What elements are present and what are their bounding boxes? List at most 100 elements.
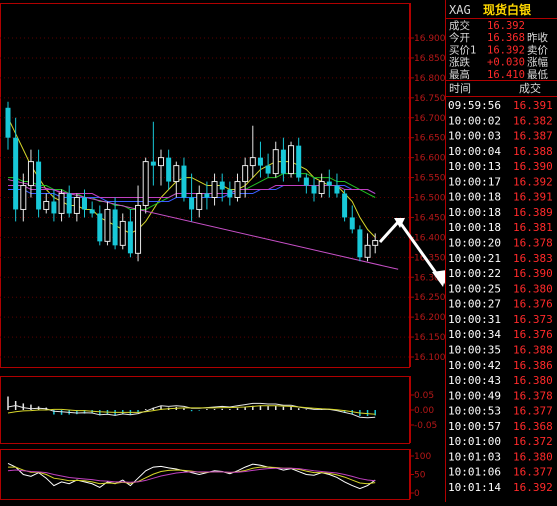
candle-body-up bbox=[158, 157, 164, 167]
tick-time: 10:00:53 bbox=[448, 405, 501, 418]
tick-time: 10:01:14 bbox=[448, 481, 501, 494]
y-tick-label: 16.900 bbox=[414, 34, 446, 44]
tick-price: 16.382 bbox=[513, 114, 553, 127]
tick-time: 10:00:13 bbox=[448, 160, 501, 173]
candle-body-up bbox=[242, 165, 249, 183]
candle-body-down bbox=[342, 193, 348, 218]
tick-price: 16.383 bbox=[513, 252, 553, 265]
quote-value: 16.392 bbox=[487, 20, 525, 32]
tick-price: 16.380 bbox=[513, 282, 553, 295]
tick-price: 16.388 bbox=[513, 145, 553, 158]
quote-label: 最高 bbox=[449, 68, 470, 81]
candle-body-up bbox=[58, 193, 65, 214]
y-tick-label: 16.200 bbox=[414, 313, 446, 323]
tick-row: 10:00:27 16.376 bbox=[448, 298, 553, 311]
candle-body-down bbox=[219, 181, 225, 190]
tick-row: 10:00:22 16.390 bbox=[448, 267, 553, 280]
candle-body-down bbox=[127, 221, 133, 254]
candle-body-down bbox=[303, 177, 309, 186]
candle-body-up bbox=[249, 157, 256, 167]
quote-label: 买价1 bbox=[449, 44, 476, 56]
tick-row: 10:00:31 16.373 bbox=[448, 313, 553, 326]
candle-body-down bbox=[204, 193, 210, 198]
y-tick-label: 16.450 bbox=[414, 213, 446, 223]
tick-time: 10:00:31 bbox=[448, 313, 501, 326]
candle-body-down bbox=[357, 229, 363, 258]
candle-body-down bbox=[334, 185, 340, 194]
candle-body-down bbox=[265, 165, 271, 174]
tick-price: 16.377 bbox=[513, 466, 553, 479]
tick-row: 10:01:00 16.372 bbox=[448, 435, 553, 448]
candle-body-down bbox=[257, 157, 263, 166]
quote-side-panel: XAG 现货白银 成交 16.392今开 16.368 昨收买价1 16.392 卖价涨跌… bbox=[445, 0, 557, 502]
symbol-code: XAG bbox=[449, 3, 471, 17]
tick-row: 10:00:57 16.368 bbox=[448, 420, 553, 433]
quote-label: 今开 bbox=[449, 31, 470, 44]
candle-body-down bbox=[66, 193, 72, 214]
ticks-header-price: 成交 bbox=[519, 81, 541, 95]
y-tick-label: 16.250 bbox=[414, 293, 446, 303]
candle-body-down bbox=[51, 201, 57, 214]
tick-price: 16.392 bbox=[513, 481, 553, 494]
tick-row: 09:59:56 16.391 bbox=[448, 99, 553, 112]
tick-row: 10:00:03 16.387 bbox=[448, 130, 553, 143]
tick-time: 10:00:22 bbox=[448, 267, 501, 280]
y-tick-label: -0.05 bbox=[414, 421, 437, 431]
tick-row: 10:00:20 16.378 bbox=[448, 237, 553, 250]
tick-time: 10:00:25 bbox=[448, 282, 501, 295]
candle-body-down bbox=[36, 161, 42, 210]
tick-row: 10:00:53 16.377 bbox=[448, 405, 553, 418]
tick-price: 16.391 bbox=[513, 99, 553, 112]
quote-label: 涨跌 bbox=[449, 56, 470, 69]
candle-body-down bbox=[97, 213, 103, 242]
candle-body-down bbox=[166, 157, 172, 182]
candle-body-down bbox=[311, 185, 317, 194]
y-tick-label: 16.400 bbox=[414, 233, 446, 243]
tick-time: 10:00:04 bbox=[448, 145, 501, 158]
tick-time: 10:00:34 bbox=[448, 328, 501, 341]
y-tick-label: 16.150 bbox=[414, 333, 446, 343]
candle-body-down bbox=[5, 107, 11, 138]
candle-body-up bbox=[364, 244, 371, 258]
ticks-header-time: 时间 bbox=[449, 82, 471, 95]
tick-row: 10:01:06 16.377 bbox=[448, 466, 553, 479]
candle-body-up bbox=[43, 200, 50, 210]
tick-time: 10:00:20 bbox=[448, 237, 501, 250]
candle-body-up bbox=[372, 240, 379, 246]
tick-price: 16.390 bbox=[513, 267, 553, 280]
tick-price: 16.392 bbox=[513, 175, 553, 188]
candle-body-down bbox=[280, 149, 286, 174]
tick-price: 16.377 bbox=[513, 405, 553, 418]
tick-time: 10:01:03 bbox=[448, 450, 501, 463]
tick-time: 10:00:43 bbox=[448, 374, 501, 387]
tick-time: 10:00:21 bbox=[448, 252, 501, 265]
candle-body-down bbox=[227, 189, 233, 198]
tick-time: 10:01:00 bbox=[448, 435, 501, 448]
tick-time: 10:00:03 bbox=[448, 130, 501, 143]
tick-time: 10:00:27 bbox=[448, 298, 501, 311]
tick-price: 16.372 bbox=[513, 435, 553, 448]
tick-row: 10:00:43 16.380 bbox=[448, 374, 553, 387]
tick-time: 10:00:18 bbox=[448, 206, 501, 219]
candle-body-down bbox=[296, 145, 302, 178]
tick-price: 16.390 bbox=[513, 160, 553, 173]
candle-body-down bbox=[112, 209, 118, 246]
y-tick-label: 50 bbox=[414, 471, 426, 481]
tick-time: 10:00:18 bbox=[448, 191, 501, 204]
quote-row: 成交 16.392 bbox=[449, 19, 525, 32]
y-tick-label: 0 bbox=[414, 489, 420, 499]
candle-body-up bbox=[104, 208, 111, 242]
tick-price: 16.380 bbox=[513, 374, 553, 387]
y-tick-label: 16.100 bbox=[414, 353, 446, 363]
candle-body-up bbox=[27, 161, 34, 187]
y-tick-label: 16.500 bbox=[414, 194, 446, 204]
y-tick-label: 16.850 bbox=[414, 54, 446, 64]
candle-body-down bbox=[326, 181, 332, 186]
tick-row: 10:00:49 16.378 bbox=[448, 389, 553, 402]
quote-row: 最高 16.410 最低 bbox=[449, 68, 548, 81]
candle-body-up bbox=[272, 149, 279, 175]
tick-time: 10:00:49 bbox=[448, 389, 501, 402]
tick-price: 16.378 bbox=[513, 237, 553, 250]
y-tick-label: 16.600 bbox=[414, 154, 446, 164]
candle-body-down bbox=[89, 209, 95, 214]
